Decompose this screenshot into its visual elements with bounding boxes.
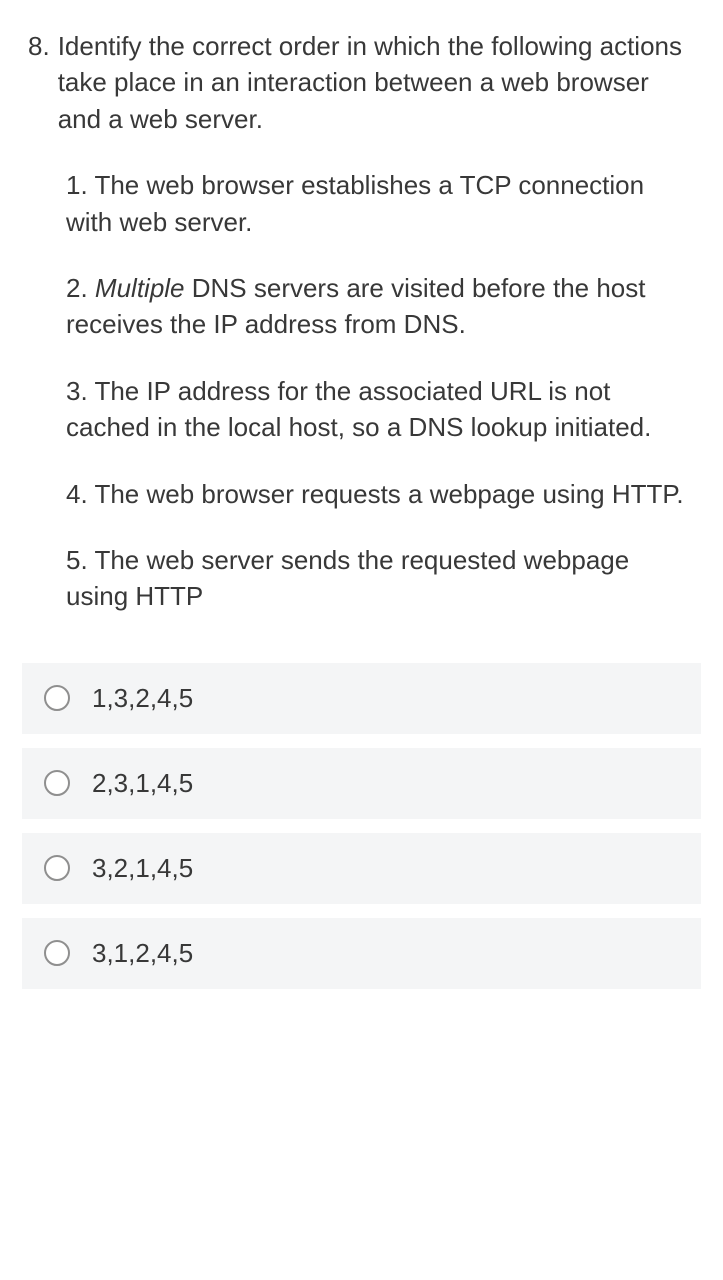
option-c-label: 3,2,1,4,5 (92, 853, 193, 884)
question-item-5: 5. The web server sends the requested we… (66, 542, 695, 615)
question-block: 8. Identify the correct order in which t… (0, 28, 723, 615)
options-list: 1,3,2,4,5 2,3,1,4,5 3,2,1,4,5 3,1,2,4,5 (0, 663, 723, 989)
question-item-2-prefix: 2. (66, 273, 95, 303)
option-b-label: 2,3,1,4,5 (92, 768, 193, 799)
question-stem-row: 8. Identify the correct order in which t… (28, 28, 695, 137)
option-d[interactable]: 3,1,2,4,5 (22, 918, 701, 989)
option-b[interactable]: 2,3,1,4,5 (22, 748, 701, 819)
question-item-3: 3. The IP address for the associated URL… (66, 373, 695, 446)
option-a[interactable]: 1,3,2,4,5 (22, 663, 701, 734)
radio-icon (44, 770, 70, 796)
radio-icon (44, 940, 70, 966)
question-item-2: 2. Multiple DNS servers are visited befo… (66, 270, 695, 343)
question-stem: Identify the correct order in which the … (58, 28, 695, 137)
question-item-1: 1. The web browser establishes a TCP con… (66, 167, 695, 240)
radio-icon (44, 855, 70, 881)
question-item-2-italic: Multiple (95, 273, 185, 303)
question-item-4: 4. The web browser requests a webpage us… (66, 476, 695, 512)
option-c[interactable]: 3,2,1,4,5 (22, 833, 701, 904)
option-d-label: 3,1,2,4,5 (92, 938, 193, 969)
question-number: 8. (28, 28, 58, 64)
radio-icon (44, 685, 70, 711)
option-a-label: 1,3,2,4,5 (92, 683, 193, 714)
